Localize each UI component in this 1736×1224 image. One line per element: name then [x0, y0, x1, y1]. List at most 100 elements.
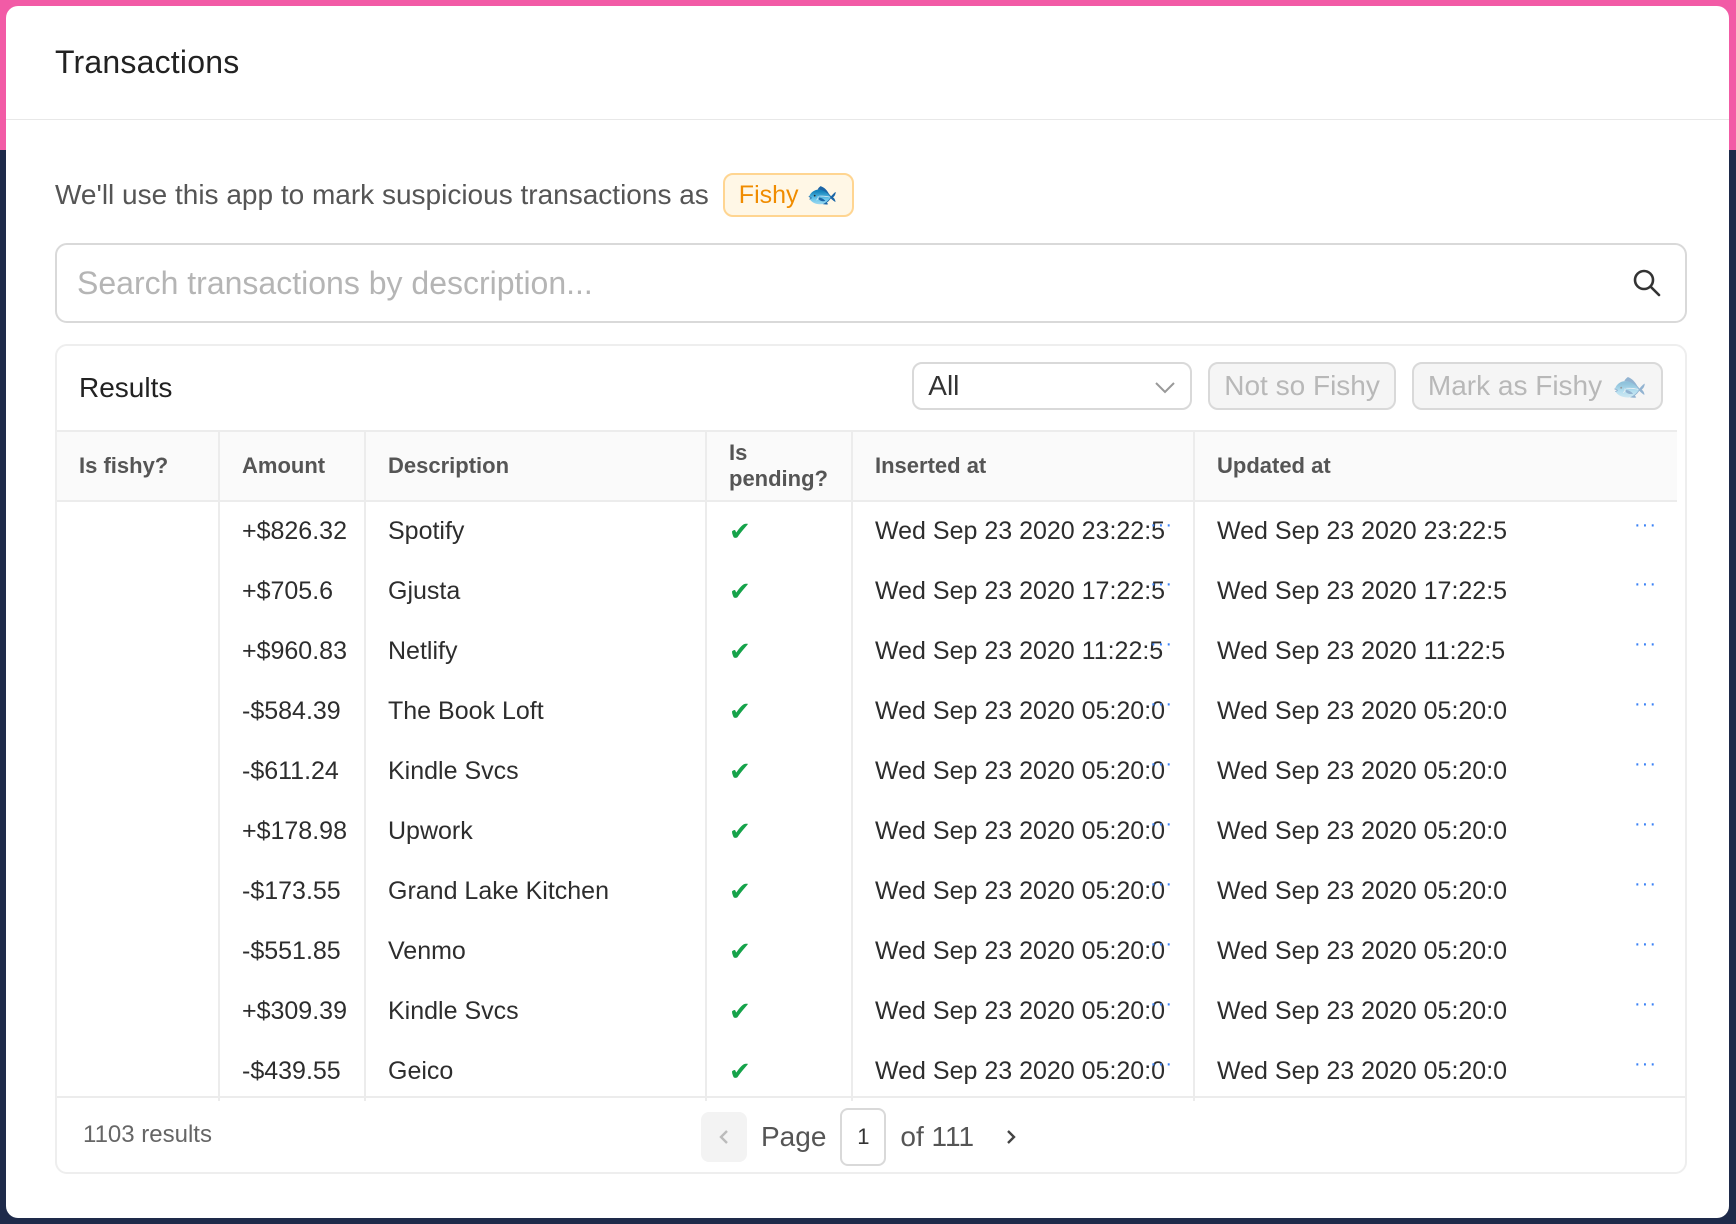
check-icon: ✔: [729, 575, 751, 606]
mark-as-fishy-button[interactable]: Mark as Fishy 🐟: [1411, 362, 1663, 410]
is-fishy-cell[interactable]: [57, 621, 220, 681]
column-header-updated-at[interactable]: Updated at: [1194, 430, 1677, 502]
filter-select[interactable]: All: [912, 362, 1193, 410]
amount-cell: +$705.6: [219, 561, 366, 621]
more-icon[interactable]: ···: [1634, 693, 1657, 716]
amount-cell: -$173.55: [219, 861, 366, 921]
is-fishy-cell[interactable]: [57, 741, 220, 801]
updated-at-cell: Wed Sep 23 2020 05:20:0 ···: [1194, 681, 1677, 741]
page-number-input[interactable]: [840, 1108, 887, 1166]
more-icon[interactable]: ···: [1634, 753, 1657, 776]
is-pending-cell: ✔: [706, 501, 853, 561]
amount-cell: +$309.39: [219, 981, 366, 1041]
is-fishy-cell[interactable]: [57, 921, 220, 981]
updated-at-text: Wed Sep 23 2020 05:20:0: [1217, 756, 1508, 785]
is-pending-cell: ✔: [706, 1041, 853, 1101]
is-pending-cell: ✔: [706, 921, 853, 981]
more-icon[interactable]: ···: [1634, 514, 1657, 537]
search-box: [55, 243, 1687, 323]
more-icon[interactable]: ···: [1150, 993, 1173, 1016]
amount-cell: +$960.83: [219, 621, 366, 681]
table-row[interactable]: -$611.24 Kindle Svcs ✔ Wed Sep 23 2020 0…: [57, 741, 1677, 801]
check-icon: ✔: [729, 995, 751, 1026]
previous-page-button[interactable]: [701, 1112, 747, 1162]
more-icon[interactable]: ···: [1150, 813, 1173, 836]
more-icon[interactable]: ···: [1150, 514, 1173, 537]
table-row[interactable]: -$173.55 Grand Lake Kitchen ✔ Wed Sep 23…: [57, 861, 1677, 921]
results-count: 1103 results: [83, 1121, 212, 1148]
is-fishy-cell[interactable]: [57, 501, 220, 561]
not-so-fishy-button[interactable]: Not so Fishy: [1208, 362, 1396, 410]
updated-at-text: Wed Sep 23 2020 05:20:0: [1217, 696, 1508, 725]
results-panel: Results All Not so Fishy Mark as Fishy 🐟: [55, 344, 1687, 1174]
column-header-inserted-at[interactable]: Inserted at: [852, 430, 1195, 502]
more-icon[interactable]: ···: [1150, 873, 1173, 896]
inserted-at-text: Wed Sep 23 2020 23:22:5: [875, 517, 1166, 546]
more-icon[interactable]: ···: [1634, 633, 1657, 656]
inserted-at-cell: Wed Sep 23 2020 05:20:0 ···: [852, 861, 1195, 921]
check-icon: ✔: [729, 875, 751, 906]
more-icon[interactable]: ···: [1634, 933, 1657, 956]
column-header-is-fishy[interactable]: Is fishy?: [57, 430, 220, 502]
more-icon[interactable]: ···: [1150, 573, 1173, 596]
table-row[interactable]: +$178.98 Upwork ✔ Wed Sep 23 2020 05:20:…: [57, 801, 1677, 861]
results-footer: 1103 results Page of 111: [57, 1096, 1685, 1172]
is-fishy-cell[interactable]: [57, 1041, 220, 1101]
more-icon[interactable]: ···: [1150, 633, 1173, 656]
is-pending-cell: ✔: [706, 981, 853, 1041]
description-cell: Venmo: [365, 921, 707, 981]
updated-at-cell: Wed Sep 23 2020 17:22:5 ···: [1194, 561, 1677, 621]
more-icon[interactable]: ···: [1634, 993, 1657, 1016]
inserted-at-text: Wed Sep 23 2020 05:20:0: [875, 876, 1166, 905]
table-row[interactable]: +$826.32 Spotify ✔ Wed Sep 23 2020 23:22…: [57, 501, 1677, 561]
updated-at-cell: Wed Sep 23 2020 05:20:0 ···: [1194, 861, 1677, 921]
is-fishy-cell[interactable]: [57, 681, 220, 741]
inserted-at-text: Wed Sep 23 2020 05:20:0: [875, 996, 1166, 1025]
amount-cell: -$439.55: [219, 1041, 366, 1101]
search-icon[interactable]: [1629, 265, 1665, 301]
is-fishy-cell[interactable]: [57, 561, 220, 621]
inserted-at-cell: Wed Sep 23 2020 05:20:0 ···: [852, 981, 1195, 1041]
is-pending-cell: ✔: [706, 621, 853, 681]
more-icon[interactable]: ···: [1634, 813, 1657, 836]
more-icon[interactable]: ···: [1150, 693, 1173, 716]
table-row[interactable]: +$309.39 Kindle Svcs ✔ Wed Sep 23 2020 0…: [57, 981, 1677, 1041]
check-icon: ✔: [729, 935, 751, 966]
more-icon[interactable]: ···: [1634, 573, 1657, 596]
more-icon[interactable]: ···: [1634, 873, 1657, 896]
inserted-at-cell: Wed Sep 23 2020 05:20:0 ···: [852, 801, 1195, 861]
inserted-at-text: Wed Sep 23 2020 11:22:5: [875, 636, 1164, 665]
table-row[interactable]: +$705.6 Gjusta ✔ Wed Sep 23 2020 17:22:5…: [57, 561, 1677, 621]
more-icon[interactable]: ···: [1150, 1053, 1173, 1076]
updated-at-text: Wed Sep 23 2020 05:20:0: [1217, 1056, 1508, 1085]
is-fishy-cell[interactable]: [57, 861, 220, 921]
mark-as-fishy-label: Mark as Fishy: [1427, 370, 1603, 401]
more-icon[interactable]: ···: [1150, 753, 1173, 776]
more-icon[interactable]: ···: [1634, 1053, 1657, 1076]
description-cell: The Book Loft: [365, 681, 707, 741]
is-fishy-cell[interactable]: [57, 801, 220, 861]
inserted-at-cell: Wed Sep 23 2020 05:20:0 ···: [852, 921, 1195, 981]
table-row[interactable]: -$584.39 The Book Loft ✔ Wed Sep 23 2020…: [57, 681, 1677, 741]
table-row[interactable]: -$551.85 Venmo ✔ Wed Sep 23 2020 05:20:0…: [57, 921, 1677, 981]
column-header-amount[interactable]: Amount: [219, 430, 366, 502]
next-page-button[interactable]: [988, 1112, 1034, 1162]
search-input[interactable]: [77, 264, 1629, 302]
description-cell: Netlify: [365, 621, 707, 681]
page-total: of 111: [900, 1121, 975, 1152]
description-cell: Spotify: [365, 501, 707, 561]
table-row[interactable]: -$439.55 Geico ✔ Wed Sep 23 2020 05:20:0…: [57, 1041, 1677, 1101]
more-icon[interactable]: ···: [1150, 933, 1173, 956]
updated-at-text: Wed Sep 23 2020 23:22:5: [1217, 517, 1508, 546]
column-header-description[interactable]: Description: [365, 430, 707, 502]
fish-icon: 🐟: [1612, 370, 1647, 402]
updated-at-cell: Wed Sep 23 2020 05:20:0 ···: [1194, 801, 1677, 861]
is-fishy-cell[interactable]: [57, 981, 220, 1041]
inserted-at-cell: Wed Sep 23 2020 17:22:5 ···: [852, 561, 1195, 621]
page-title: Transactions: [55, 44, 240, 80]
column-header-is-pending[interactable]: Is pending?: [706, 430, 853, 502]
check-icon: ✔: [729, 1055, 751, 1086]
table-row[interactable]: +$960.83 Netlify ✔ Wed Sep 23 2020 11:22…: [57, 621, 1677, 681]
amount-cell: -$584.39: [219, 681, 366, 741]
inserted-at-cell: Wed Sep 23 2020 23:22:5 ···: [852, 501, 1195, 561]
